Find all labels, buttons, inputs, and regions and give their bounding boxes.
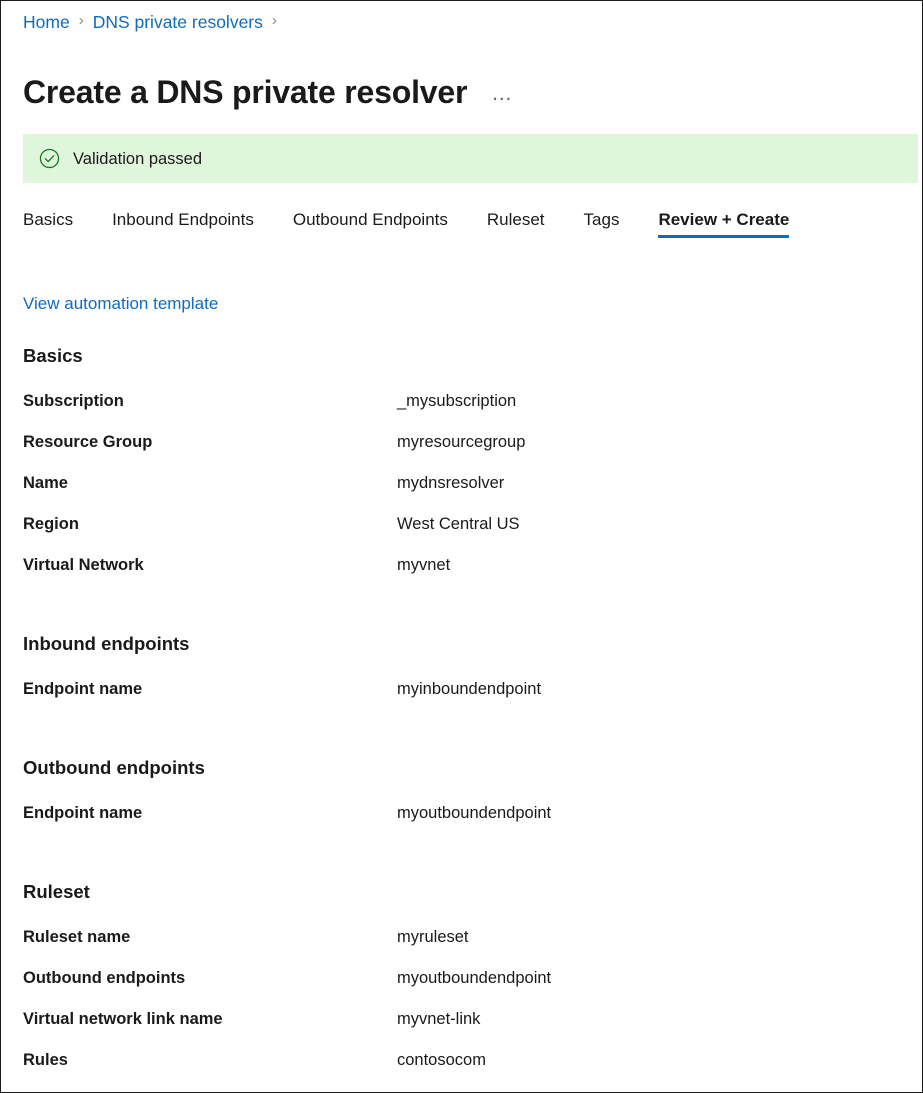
- summary-row: Ruleset namemyruleset: [23, 926, 903, 967]
- summary-row-label: Virtual network link name: [23, 1008, 397, 1030]
- summary-row-value: West Central US: [397, 513, 520, 535]
- review-section: BasicsSubscription_mysubscriptionResourc…: [23, 344, 903, 595]
- summary-row: Rulescontosocom: [23, 1049, 903, 1090]
- review-section: Outbound endpoints Endpoint namemyoutboun…: [23, 756, 903, 843]
- summary-row-value: mydnsresolver: [397, 472, 504, 494]
- summary-row-label: Virtual Network: [23, 554, 397, 576]
- summary-row: Resource Groupmyresourcegroup: [23, 431, 903, 472]
- azure-portal-blade: Home › DNS private resolvers › Create a DNS…: [0, 0, 923, 1093]
- review-summary: BasicsSubscription_mysubscriptionResourc…: [23, 344, 903, 1090]
- section-heading: Basics: [23, 344, 903, 368]
- summary-row: Virtual network link namemyvnet-link: [23, 1008, 903, 1049]
- page-title: Create a DNS private resolver: [23, 72, 467, 112]
- summary-row: Endpoint namemyoutboundendpoint: [23, 802, 903, 843]
- summary-row-value: myvnet-link: [397, 1008, 480, 1030]
- summary-row-value: myoutboundendpoint: [397, 967, 551, 989]
- summary-row-label: Region: [23, 513, 397, 535]
- section-heading: Ruleset: [23, 880, 903, 904]
- breadcrumb-chevron-icon: ›: [272, 10, 277, 32]
- breadcrumb: Home › DNS private resolvers ›: [23, 11, 286, 33]
- section-heading: Inbound endpoints: [23, 632, 903, 656]
- breadcrumb-item-dns-private-resolvers[interactable]: DNS private resolvers: [93, 11, 263, 33]
- tab-basics[interactable]: Basics: [23, 209, 73, 253]
- summary-row-value: myoutboundendpoint: [397, 802, 551, 824]
- summary-row-label: Endpoint name: [23, 678, 397, 700]
- tab-ruleset[interactable]: Ruleset: [487, 209, 545, 253]
- summary-row-value: myresourcegroup: [397, 431, 525, 453]
- blade-content: Home › DNS private resolvers › Create a DNS…: [1, 1, 922, 1092]
- summary-row-label: Endpoint name: [23, 802, 397, 824]
- summary-row-label: Rules: [23, 1049, 397, 1071]
- summary-row-label: Name: [23, 472, 397, 494]
- summary-row-value: myinboundendpoint: [397, 678, 541, 700]
- tab-tags[interactable]: Tags: [584, 209, 620, 253]
- breadcrumb-chevron-icon: ›: [79, 10, 84, 32]
- validation-banner: Validation passed: [23, 134, 918, 183]
- summary-row: Endpoint namemyinboundendpoint: [23, 678, 903, 719]
- breadcrumb-item-home[interactable]: Home: [23, 11, 70, 33]
- view-automation-template-link[interactable]: View automation template: [23, 293, 218, 315]
- summary-row: Subscription_mysubscription: [23, 390, 903, 431]
- summary-row-value: _mysubscription: [397, 390, 516, 412]
- section-heading: Outbound endpoints: [23, 756, 903, 780]
- summary-row-label: Ruleset name: [23, 926, 397, 948]
- summary-row-label: Outbound endpoints: [23, 967, 397, 989]
- summary-row: Namemydnsresolver: [23, 472, 903, 513]
- summary-row-value: contosocom: [397, 1049, 486, 1071]
- tab-outbound-endpoints[interactable]: Outbound Endpoints: [293, 209, 448, 253]
- more-options-icon[interactable]: …: [491, 85, 514, 103]
- review-section: RulesetRuleset namemyrulesetOutbound end…: [23, 880, 903, 1090]
- summary-row-label: Subscription: [23, 390, 397, 412]
- check-circle-icon: [39, 148, 60, 169]
- summary-row: Virtual Networkmyvnet: [23, 554, 903, 595]
- validation-status-text: Validation passed: [73, 149, 202, 169]
- summary-row-value: myruleset: [397, 926, 469, 948]
- tab-bar: Basics Inbound Endpoints Outbound Endpoint…: [23, 209, 789, 253]
- tab-inbound-endpoints[interactable]: Inbound Endpoints: [112, 209, 254, 253]
- summary-row: RegionWest Central US: [23, 513, 903, 554]
- summary-row-value: myvnet: [397, 554, 450, 576]
- page-title-row: Create a DNS private resolver …: [23, 51, 514, 134]
- tab-review-create[interactable]: Review + Create: [658, 209, 789, 253]
- review-section: Inbound endpoints Endpoint namemyinbounde…: [23, 632, 903, 719]
- summary-row-label: Resource Group: [23, 431, 397, 453]
- summary-row: Outbound endpointsmyoutboundendpoint: [23, 967, 903, 1008]
